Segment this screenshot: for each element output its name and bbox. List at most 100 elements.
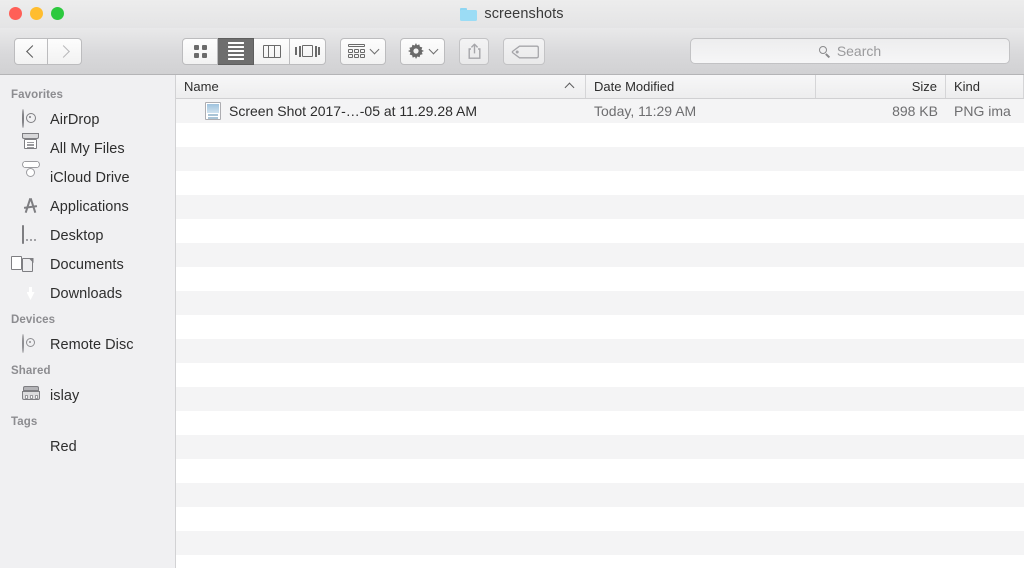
window-body: Favorites AirDrop All My Files iCloud Dr… [0,75,1024,568]
sidebar-item-label: AirDrop [50,111,100,128]
remote-disc-icon [22,334,41,354]
search-icon [818,45,830,58]
empty-row [176,435,1024,459]
sidebar-item-label: Desktop [50,227,104,244]
tag-dot-icon [22,437,41,456]
empty-row [176,483,1024,507]
share-button[interactable] [459,37,489,65]
chevron-right-icon [56,44,70,58]
empty-row [176,459,1024,483]
chevron-down-icon [428,44,439,55]
sidebar-item-label: Red [50,438,77,455]
chevron-left-icon [26,44,39,58]
sidebar-item-tag-red[interactable]: Red [0,432,175,461]
coverflow-icon [295,45,320,57]
column-header-label: Date Modified [594,79,675,94]
list-view-button[interactable] [218,37,254,65]
forward-button[interactable] [48,37,82,65]
empty-row [176,411,1024,435]
file-list: Name Date Modified Size Kind Screen Shot… [176,75,1024,568]
cell-kind: PNG ima [954,103,1011,119]
empty-row [176,147,1024,171]
desktop-icon [22,225,41,245]
airdrop-icon [22,109,41,129]
all-my-files-icon [22,133,41,158]
empty-row [176,507,1024,531]
action-menu-button[interactable] [400,37,445,65]
file-name: Screen Shot 2017-…-05 at 11.29.28 AM [229,103,478,119]
column-header-label: Name [184,79,219,94]
chevron-down-icon [369,44,380,55]
sidebar-section-tags: Tags [11,416,38,428]
empty-row [176,267,1024,291]
sidebar-item-label: Documents [50,256,124,273]
sidebar-item-label: Applications [50,198,129,215]
search-placeholder: Search [836,43,882,59]
server-icon [22,386,41,405]
share-icon [467,43,481,59]
sidebar-item-islay[interactable]: islay [0,381,175,410]
column-header-size[interactable]: Size [816,75,946,98]
icon-view-button[interactable] [182,37,218,65]
empty-row [176,339,1024,363]
list-icon [227,42,244,60]
sidebar-section-favorites: Favorites [11,89,64,101]
columns-icon [262,44,281,58]
column-header-date-modified[interactable]: Date Modified [586,75,816,98]
empty-row [176,171,1024,195]
empty-row [176,363,1024,387]
column-header-name[interactable]: Name [176,75,586,98]
cell-date-modified: Today, 11:29 AM [594,103,697,119]
sidebar-item-remote-disc[interactable]: Remote Disc [0,330,175,359]
sidebar-item-all-my-files[interactable]: All My Files [0,133,175,163]
back-button[interactable] [14,37,48,65]
tag-icon [511,45,539,58]
empty-row [176,531,1024,555]
file-rows: Screen Shot 2017-…-05 at 11.29.28 AM Toda… [176,99,1024,568]
grid-icon [193,44,207,58]
search-input[interactable]: Search [690,38,1010,64]
sidebar-item-desktop[interactable]: Desktop [0,221,175,250]
empty-row [176,243,1024,267]
sidebar-item-applications[interactable]: Applications [0,192,175,221]
empty-row [176,291,1024,315]
window-title: screenshots [484,6,564,22]
cell-name: Screen Shot 2017-…-05 at 11.29.28 AM [176,102,586,120]
sidebar-item-icloud-drive[interactable]: iCloud Drive [0,161,175,192]
coverflow-view-button[interactable] [290,37,326,65]
cell-size: 898 KB [892,103,938,119]
column-header-label: Size [911,79,937,94]
sidebar-item-documents[interactable]: Documents [0,250,175,279]
title-bar: screenshots [0,0,1024,28]
folder-icon [460,7,478,21]
column-header-kind[interactable]: Kind [946,75,1024,98]
navigation-buttons [14,37,82,65]
column-view-button[interactable] [254,37,290,65]
empty-row [176,123,1024,147]
documents-icon [11,255,41,274]
sidebar-item-label: islay [50,387,80,404]
chevron-up-icon [564,82,575,93]
arrange-by-icon [348,44,366,58]
sidebar-item-label: Downloads [50,285,123,302]
empty-row [176,387,1024,411]
arrange-by-button[interactable] [340,37,386,65]
applications-icon [22,197,41,216]
sidebar-item-downloads[interactable]: Downloads [0,279,175,308]
empty-row [176,315,1024,339]
sidebar-item-airdrop[interactable]: AirDrop [0,105,175,134]
empty-row [176,219,1024,243]
sidebar: Favorites AirDrop All My Files iCloud Dr… [0,75,176,568]
gear-icon [408,43,424,59]
sidebar-item-label: iCloud Drive [50,169,130,186]
png-thumbnail-icon [205,102,221,120]
sidebar-item-label: Remote Disc [50,336,134,353]
table-row[interactable]: Screen Shot 2017-…-05 at 11.29.28 AM Toda… [176,99,1024,123]
edit-tags-button[interactable] [503,37,545,65]
sidebar-item-label: All My Files [50,140,125,157]
sidebar-section-shared: Shared [11,365,51,377]
finder-window: screenshots Search Favorites AirDrop All… [0,0,1024,568]
toolbar: Search [0,28,1024,75]
downloads-icon [22,284,41,303]
column-headers: Name Date Modified Size Kind [176,75,1024,99]
